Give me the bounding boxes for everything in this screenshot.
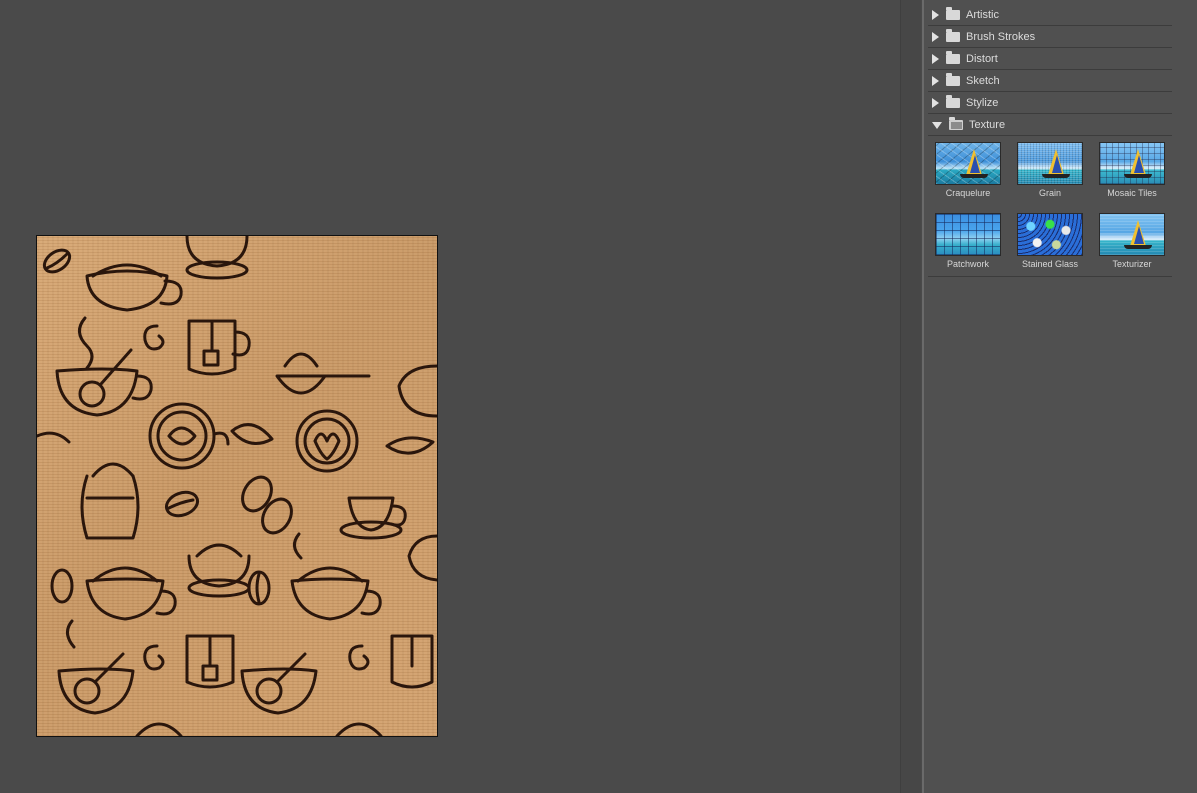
triangle-right-icon (932, 53, 939, 64)
category-label: Stylize (966, 96, 999, 109)
category-distort[interactable]: Distort (928, 48, 1172, 70)
category-texture[interactable]: Texture (928, 114, 1172, 136)
category-sketch[interactable]: Sketch (928, 70, 1172, 92)
thumbnail-image (1017, 142, 1083, 185)
thumbnail-image (1099, 213, 1165, 256)
category-label: Texture (969, 118, 1006, 131)
preview-canvas-area (0, 0, 900, 793)
filter-thumb-stained-glass[interactable]: Stained Glass (1014, 213, 1086, 269)
filter-label: Patchwork (946, 259, 990, 269)
filter-label: Grain (1038, 188, 1061, 198)
filter-label: Stained Glass (1021, 259, 1079, 269)
triangle-right-icon (932, 9, 939, 20)
filter-label: Mosaic Tiles (1107, 188, 1157, 198)
thumbnail-image (1017, 213, 1083, 256)
category-label: Sketch (966, 74, 1000, 87)
texture-filter-grid: Craquelure Grain Mosaic Tiles Patchwork … (928, 136, 1172, 277)
triangle-right-icon (932, 97, 939, 108)
folder-icon (946, 6, 960, 20)
filter-thumb-grain[interactable]: Grain (1014, 142, 1086, 198)
filter-preview-image[interactable] (36, 235, 438, 737)
filter-thumb-patchwork[interactable]: Patchwork (932, 213, 1004, 269)
hull-icon (1124, 245, 1152, 249)
sail-icon (970, 155, 980, 173)
hull-icon (1042, 174, 1070, 178)
filter-label: Texturizer (1112, 259, 1152, 269)
thumbnail-image (935, 213, 1001, 256)
thumbnail-image (1099, 142, 1165, 185)
filter-gallery-panel: Artistic Brush Strokes Distort Sketch St… (922, 0, 1197, 793)
sail-icon (1134, 155, 1144, 173)
sail-icon (1052, 155, 1062, 173)
scrollbar-track[interactable] (900, 0, 921, 793)
triangle-down-icon (932, 122, 942, 129)
filter-thumb-mosaic-tiles[interactable]: Mosaic Tiles (1096, 142, 1168, 198)
category-label: Distort (966, 52, 998, 65)
sail-icon (1134, 226, 1144, 244)
folder-icon (946, 28, 960, 42)
thumbnail-image (935, 142, 1001, 185)
filter-label: Craquelure (945, 188, 991, 198)
folder-open-icon (949, 116, 963, 130)
triangle-right-icon (932, 31, 939, 42)
category-brush-strokes[interactable]: Brush Strokes (928, 26, 1172, 48)
category-artistic[interactable]: Artistic (928, 4, 1172, 26)
folder-icon (946, 72, 960, 86)
folder-icon (946, 50, 960, 64)
filter-thumb-craquelure[interactable]: Craquelure (932, 142, 1004, 198)
hull-icon (960, 174, 988, 178)
coffee-pattern-drawing (37, 236, 437, 736)
folder-icon (946, 94, 960, 108)
filter-thumb-texturizer[interactable]: Texturizer (1096, 213, 1168, 269)
triangle-right-icon (932, 75, 939, 86)
hull-icon (1124, 174, 1152, 178)
category-stylize[interactable]: Stylize (928, 92, 1172, 114)
category-label: Artistic (966, 8, 999, 21)
category-label: Brush Strokes (966, 30, 1036, 43)
